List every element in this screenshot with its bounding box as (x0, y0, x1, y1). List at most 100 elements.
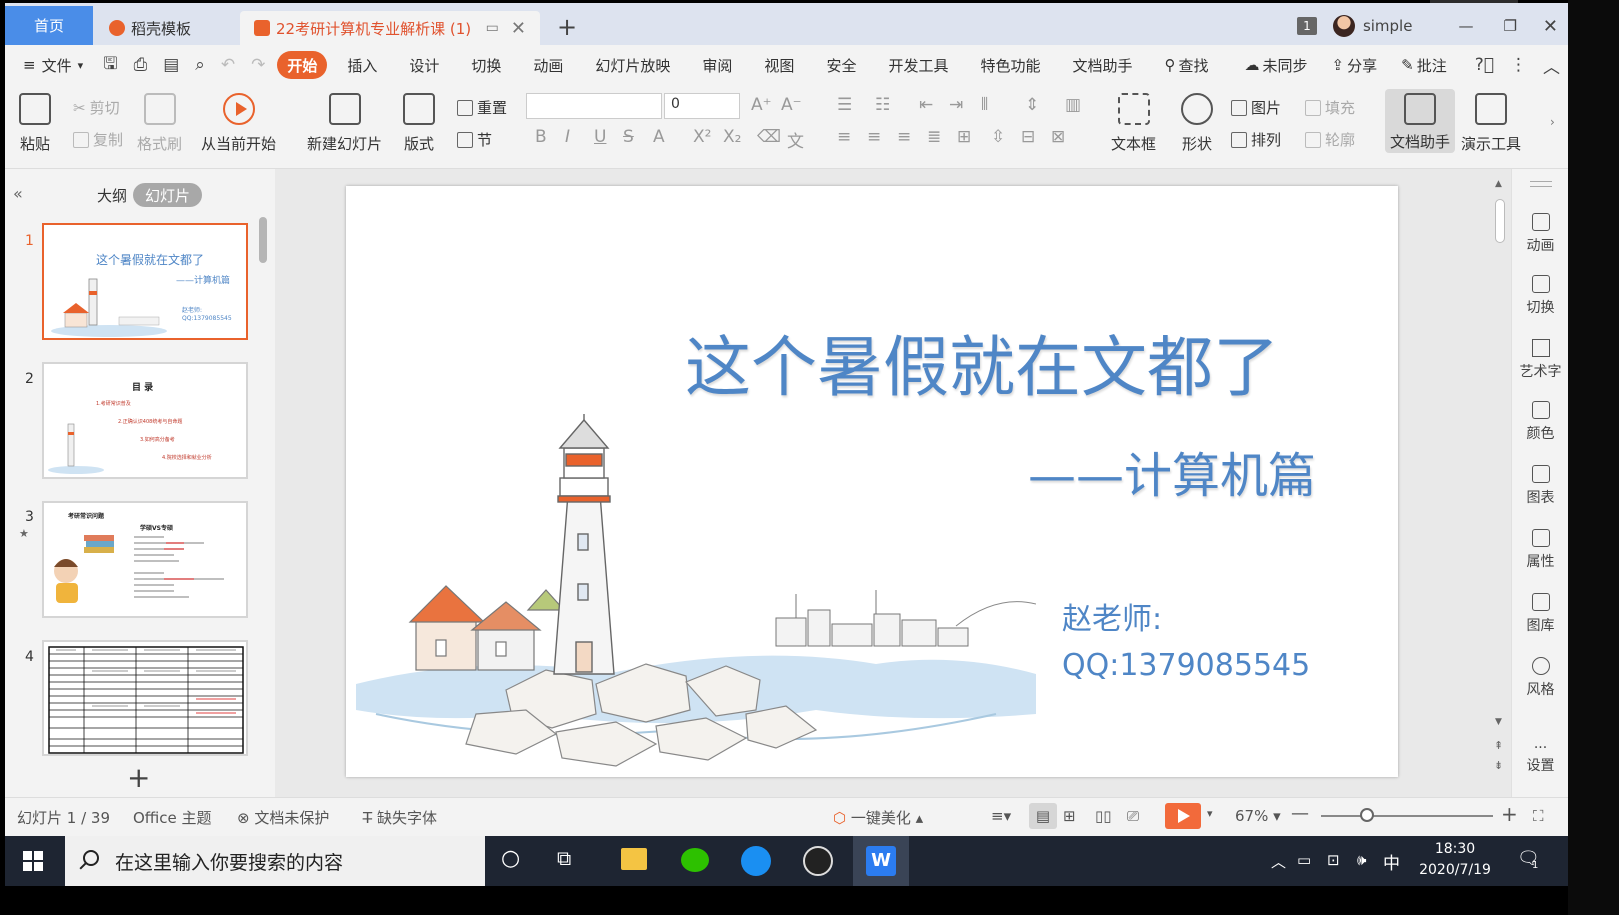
outline-button[interactable]: 轮廓 (1305, 129, 1355, 150)
scroll-up-icon[interactable]: ▲ (1495, 179, 1502, 189)
arrange-button[interactable]: 排列 (1231, 129, 1281, 150)
paragraph-spacing-icon[interactable]: ⇳ (991, 127, 1005, 147)
picture-button[interactable]: 图片 (1231, 97, 1281, 118)
new-tab-button[interactable]: + (557, 13, 577, 41)
tab-home[interactable]: 首页 (5, 6, 93, 45)
reset-button[interactable]: 重置 (457, 97, 507, 118)
tab-security[interactable]: 安全 (814, 51, 868, 79)
shape-button[interactable]: 形状 (1181, 93, 1213, 154)
tab-view[interactable]: 视图 (752, 51, 806, 79)
smartart-icon[interactable]: ⊠ (1051, 127, 1065, 147)
tab-design[interactable]: 设计 (397, 51, 451, 79)
slide-thumbnail-3[interactable]: 考研常识问题 学硕VS专硕 (42, 501, 248, 618)
presenter-tools-button[interactable]: 演示工具 (1461, 93, 1521, 154)
clear-format-icon[interactable]: ⌫ (757, 127, 781, 147)
copy-button[interactable]: 复制 (73, 129, 123, 150)
format-painter-button[interactable]: 格式刷 (137, 93, 182, 154)
decrease-indent-icon[interactable]: ⇤ (919, 95, 933, 115)
new-slide-button[interactable]: 新建幻灯片 (307, 93, 382, 154)
font-name-select[interactable] (526, 93, 662, 119)
zoom-out-icon[interactable]: — (1291, 803, 1309, 824)
tab-document[interactable]: 22考研计算机专业解析课 (1) ▭ ✕ (240, 11, 540, 45)
network-icon[interactable]: ⊡ (1327, 851, 1340, 869)
pane-wordart[interactable]: 艺术字 (1512, 339, 1568, 381)
increase-font-icon[interactable]: A⁺ (751, 95, 772, 115)
slideshow-play-button[interactable] (1165, 803, 1201, 829)
sync-status[interactable]: ☁ 未同步 (1233, 51, 1320, 79)
collapse-panel-icon[interactable]: « (13, 184, 23, 203)
subscript-icon[interactable]: X₂ (723, 127, 741, 147)
prev-slide-icon[interactable]: ⇞ (1494, 739, 1503, 752)
slide-thumbnail-2[interactable]: 目 录 1.考研常识普及 2.正确认识408统考与自命题 3.如何高分备考 4.… (42, 362, 248, 479)
cut-button[interactable]: ✂ 剪切 (73, 97, 120, 118)
paste-button[interactable]: 粘贴 (19, 93, 51, 154)
play-from-current-button[interactable]: 从当前开始 (201, 93, 276, 154)
ime-indicator[interactable]: 中 (1383, 849, 1400, 874)
minimize-icon[interactable]: — (1458, 17, 1473, 35)
tab-daoke-template[interactable]: 稻壳模板 (95, 11, 238, 45)
bold-icon[interactable]: B (535, 127, 547, 147)
lighthouse-illustration[interactable] (356, 414, 1036, 774)
cortana-icon[interactable]: ○ (501, 846, 531, 876)
distributed-icon[interactable]: ⊞ (957, 127, 971, 147)
tab-insert[interactable]: 插入 (335, 51, 389, 79)
tab-developer[interactable]: 开发工具 (876, 51, 960, 79)
pane-style[interactable]: 风格 (1512, 657, 1568, 699)
comment-button[interactable]: ✎ 批注 (1389, 51, 1459, 79)
line-spacing-icon[interactable]: ⇕ (1025, 95, 1039, 115)
window-count-badge[interactable]: 1 (1296, 17, 1317, 35)
pane-properties[interactable]: 属性 (1512, 529, 1568, 571)
document-protection[interactable]: ⊗ 文档未保护 (237, 807, 329, 828)
tab-animation[interactable]: 动画 (521, 51, 575, 79)
file-menu[interactable]: ≡ 文件 ▾ (5, 51, 95, 79)
tab-home-ribbon[interactable]: 开始 (277, 51, 328, 79)
slideshow-options-chevron-icon[interactable]: ▾ (1207, 807, 1213, 820)
collapse-ribbon-icon[interactable]: ︿ (1535, 53, 1568, 78)
pane-settings[interactable]: ··· 设置 (1512, 741, 1568, 775)
underline-icon[interactable]: U (594, 127, 606, 147)
slide-teacher[interactable]: 赵老师: (1062, 594, 1162, 638)
increase-indent-icon[interactable]: ⇥ (949, 95, 963, 115)
reading-view-icon[interactable]: ▯▯ (1095, 807, 1112, 825)
user-name[interactable]: simple (1363, 17, 1413, 35)
missing-font[interactable]: T̶ 缺失字体 (363, 807, 437, 828)
show-hidden-icons-icon[interactable]: ︿ (1271, 851, 1286, 872)
close-window-icon[interactable]: ✕ (1543, 16, 1558, 37)
tab-slides[interactable]: 幻灯片 (133, 183, 203, 207)
doc-assistant-button[interactable]: 文档助手 (1385, 89, 1455, 153)
presenter-view-icon[interactable]: ⎚ (1127, 807, 1139, 825)
justify-icon[interactable]: ≣ (927, 127, 941, 147)
tab-transition[interactable]: 切换 (459, 51, 513, 79)
zoom-preview-icon[interactable]: ⌕ (187, 55, 213, 75)
slide-thumbnail-4[interactable] (42, 640, 248, 756)
pane-animation[interactable]: 动画 (1512, 213, 1568, 255)
ribbon-scroll-right-icon[interactable]: › (1550, 115, 1555, 129)
strikethrough-icon[interactable]: S (623, 127, 634, 147)
more-icon[interactable]: ⋮ (1502, 55, 1535, 75)
slide-subtitle[interactable]: ——计算机篇 (1028, 436, 1316, 506)
tab-review[interactable]: 审阅 (690, 51, 744, 79)
pane-gallery[interactable]: 图库 (1512, 593, 1568, 635)
slide-qq[interactable]: QQ:1379085545 (1062, 648, 1310, 683)
pin-window-icon[interactable]: ▭ (486, 20, 499, 36)
add-slide-button[interactable]: + (127, 761, 150, 794)
columns-icon[interactable]: ▥ (1065, 95, 1081, 115)
thumbnail-scrollbar[interactable] (259, 217, 267, 263)
align-left-icon[interactable]: ≡ (837, 127, 851, 147)
undo-icon[interactable]: ↶ (213, 55, 243, 75)
windows-start-icon[interactable] (23, 851, 43, 871)
vertical-align-icon[interactable]: ⊟ (1021, 127, 1035, 147)
battery-icon[interactable]: ▭ (1297, 851, 1311, 869)
tab-slideshow[interactable]: 幻灯片放映 (583, 51, 682, 79)
font-size-select[interactable]: 0 (664, 93, 740, 119)
wps-taskbar-button[interactable]: W (853, 836, 909, 886)
align-center-icon[interactable]: ≡ (867, 127, 881, 147)
pane-handle[interactable] (1530, 181, 1552, 187)
search-command[interactable]: ⚲ 查找 (1153, 51, 1221, 79)
taskbar-search-box[interactable]: 在这里输入你要搜索的内容 (65, 836, 485, 886)
system-clock[interactable]: 18:30 2020/7/19 (1410, 839, 1500, 881)
current-slide[interactable]: 这个暑假就在文都了 ——计算机篇 赵老师: QQ:1379085545 (346, 186, 1398, 777)
close-tab-icon[interactable]: ✕ (511, 18, 526, 39)
fit-window-icon[interactable]: ⛶ (1533, 807, 1544, 825)
help-icon[interactable]: ?⃝ (1467, 55, 1502, 75)
